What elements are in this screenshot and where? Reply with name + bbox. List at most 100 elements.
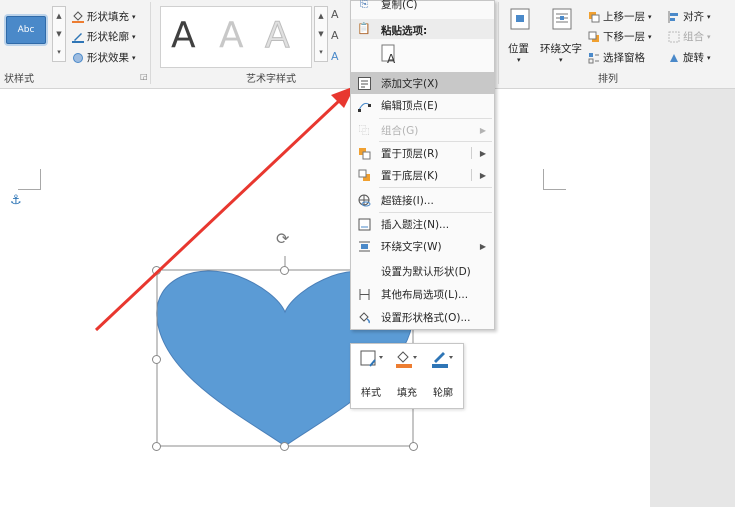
page-gutter (650, 89, 735, 507)
chevron-down-icon: ▾ (707, 12, 711, 21)
send-backward-button[interactable]: 下移一层 ▾ (588, 29, 652, 44)
menu-item-label: 设置为默认形状(D) (381, 265, 471, 278)
copy-icon: ⎘ (359, 0, 369, 10)
shape-fill-button[interactable]: 形状填充 ▾ (72, 9, 136, 24)
dialog-launcher-icon[interactable]: ◲ (140, 72, 148, 81)
shape-outline-label: 形状轮廓 (87, 31, 129, 43)
wordart-styles-group-label: 艺术字样式 (246, 74, 296, 85)
bring-forward-button[interactable]: 上移一层 ▾ (588, 9, 652, 24)
layout-options-icon (357, 287, 371, 301)
selection-pane-icon (588, 52, 600, 64)
clipboard-icon: 📋 (357, 22, 371, 35)
shape-effects-label: 形状效果 (87, 52, 129, 64)
document-page[interactable]: ⚓ (0, 89, 650, 507)
shape-style-gallery-scroll[interactable]: ▲ ▼ ▾ (52, 6, 66, 62)
chevron-down-icon: ▾ (132, 12, 136, 21)
margin-corner-mark (543, 169, 566, 190)
mini-outline-button[interactable]: 轮廓 (427, 348, 459, 404)
menu-item-hyperlink[interactable]: 超链接(I)... (351, 189, 494, 211)
gallery-more-icon[interactable]: ▾ (319, 48, 323, 56)
resize-handle-bl[interactable] (152, 442, 161, 451)
scroll-up-icon[interactable]: ▲ (56, 12, 61, 20)
paint-bucket-icon (72, 10, 84, 23)
chevron-down-icon: ▾ (648, 12, 652, 21)
menu-item-bring-to-front[interactable]: 置于顶层(R) ▶ (351, 142, 494, 164)
group-separator (150, 2, 151, 84)
shape-style-swatch-label: Abc (17, 25, 35, 35)
shape-style-swatch[interactable]: Abc (6, 16, 46, 44)
mini-fill-button[interactable]: 填充 (391, 348, 423, 404)
selection-pane-label: 选择窗格 (603, 52, 645, 64)
bring-forward-icon (588, 11, 600, 23)
resize-handle-tl[interactable] (152, 266, 161, 275)
wordart-style-1[interactable]: A (171, 15, 196, 56)
chevron-down-icon: ▾ (132, 32, 136, 41)
arrange-group-label: 排列 (598, 74, 618, 85)
menu-item-layout-options[interactable]: 其他布局选项(L)... (351, 283, 494, 305)
paste-options-label: 粘贴选项: (381, 25, 428, 37)
position-button[interactable]: 位置 ▾ (506, 6, 534, 64)
insert-caption-icon (357, 217, 371, 231)
svg-text:A: A (387, 52, 396, 65)
split-divider (471, 147, 472, 159)
menu-item-format-shape[interactable]: 设置形状格式(O)... (351, 306, 494, 328)
shape-effects-button[interactable]: 形状效果 ▾ (72, 50, 136, 65)
submenu-arrow-icon: ▶ (479, 125, 486, 135)
wordart-gallery-scroll[interactable]: ▲ ▼ ▾ (314, 6, 328, 62)
gallery-more-icon[interactable]: ▾ (57, 48, 61, 56)
menu-item-send-to-back[interactable]: 置于底层(K) ▶ (351, 164, 494, 186)
rotate-handle-icon[interactable]: ⟳ (276, 229, 289, 248)
mini-style-button[interactable]: 样式 (355, 348, 387, 404)
add-text-icon (357, 76, 371, 90)
wordart-style-3[interactable]: A (265, 15, 291, 57)
scroll-up-icon[interactable]: ▲ (318, 12, 323, 20)
align-button[interactable]: 对齐 ▾ (668, 9, 711, 24)
shape-outline-button[interactable]: 形状轮廓 ▾ (72, 29, 136, 44)
hyperlink-icon (357, 193, 371, 207)
text-fill-icon[interactable]: A (331, 8, 339, 21)
position-label: 位置 (508, 43, 529, 55)
chevron-down-icon: ▾ (648, 32, 652, 41)
position-icon (510, 8, 530, 30)
menu-separator (379, 187, 492, 188)
group-button[interactable]: 组合 ▾ (668, 29, 711, 44)
selection-pane-button[interactable]: 选择窗格 (588, 50, 645, 65)
mini-toolbar: 样式 填充 轮廓 (350, 343, 464, 409)
bring-forward-label: 上移一层 (603, 11, 645, 23)
keep-text-only-button[interactable]: A (379, 43, 401, 66)
submenu-arrow-icon[interactable]: ▶ (480, 149, 486, 158)
mini-outline-label: 轮廓 (433, 388, 453, 399)
menu-item-label: 超链接(I)... (381, 194, 434, 207)
group-label: 组合 (683, 31, 704, 43)
mini-fill-label: 填充 (397, 388, 417, 399)
menu-item-copy[interactable]: ⎘ 复制(C) (351, 0, 494, 15)
anchor-icon[interactable]: ⚓ (10, 193, 22, 208)
resize-handle-br[interactable] (409, 442, 418, 451)
resize-handle-t[interactable] (280, 266, 289, 275)
menu-item-group[interactable]: ⿻ 组合(G) ▶ (351, 119, 494, 141)
resize-handle-l[interactable] (152, 355, 161, 364)
menu-item-add-text[interactable]: 添加文字(X) (351, 72, 494, 94)
rotate-button[interactable]: 旋转 ▾ (668, 50, 711, 65)
menu-item-label: 设置形状格式(O)... (381, 311, 471, 324)
chevron-down-icon: ▾ (707, 53, 711, 62)
menu-item-edit-points[interactable]: 编辑顶点(E) (351, 94, 494, 116)
split-divider (471, 169, 472, 181)
menu-item-set-default-shape[interactable]: 设置为默认形状(D) (351, 260, 494, 282)
submenu-arrow-icon[interactable]: ▶ (480, 171, 486, 180)
wrap-text-button[interactable]: 环绕文字 ▾ (538, 6, 586, 64)
text-outline-icon[interactable]: A (331, 29, 339, 42)
paste-options-header: 📋 粘贴选项: (351, 19, 494, 39)
wordart-style-2[interactable]: A (219, 15, 244, 56)
rotate-label: 旋转 (683, 52, 704, 64)
shape-fill-label: 形状填充 (87, 11, 129, 23)
menu-item-insert-caption[interactable]: 插入题注(N)... (351, 213, 494, 235)
resize-handle-b[interactable] (280, 442, 289, 451)
menu-item-wrap-text[interactable]: 环绕文字(W) ▶ (351, 235, 494, 257)
scroll-down-icon[interactable]: ▼ (56, 30, 61, 38)
send-to-back-icon (357, 168, 371, 182)
scroll-down-icon[interactable]: ▼ (318, 30, 323, 38)
text-effects-icon[interactable]: A (331, 50, 339, 63)
menu-item-label: 添加文字(X) (381, 77, 439, 90)
menu-item-label: 组合(G) (381, 124, 419, 137)
